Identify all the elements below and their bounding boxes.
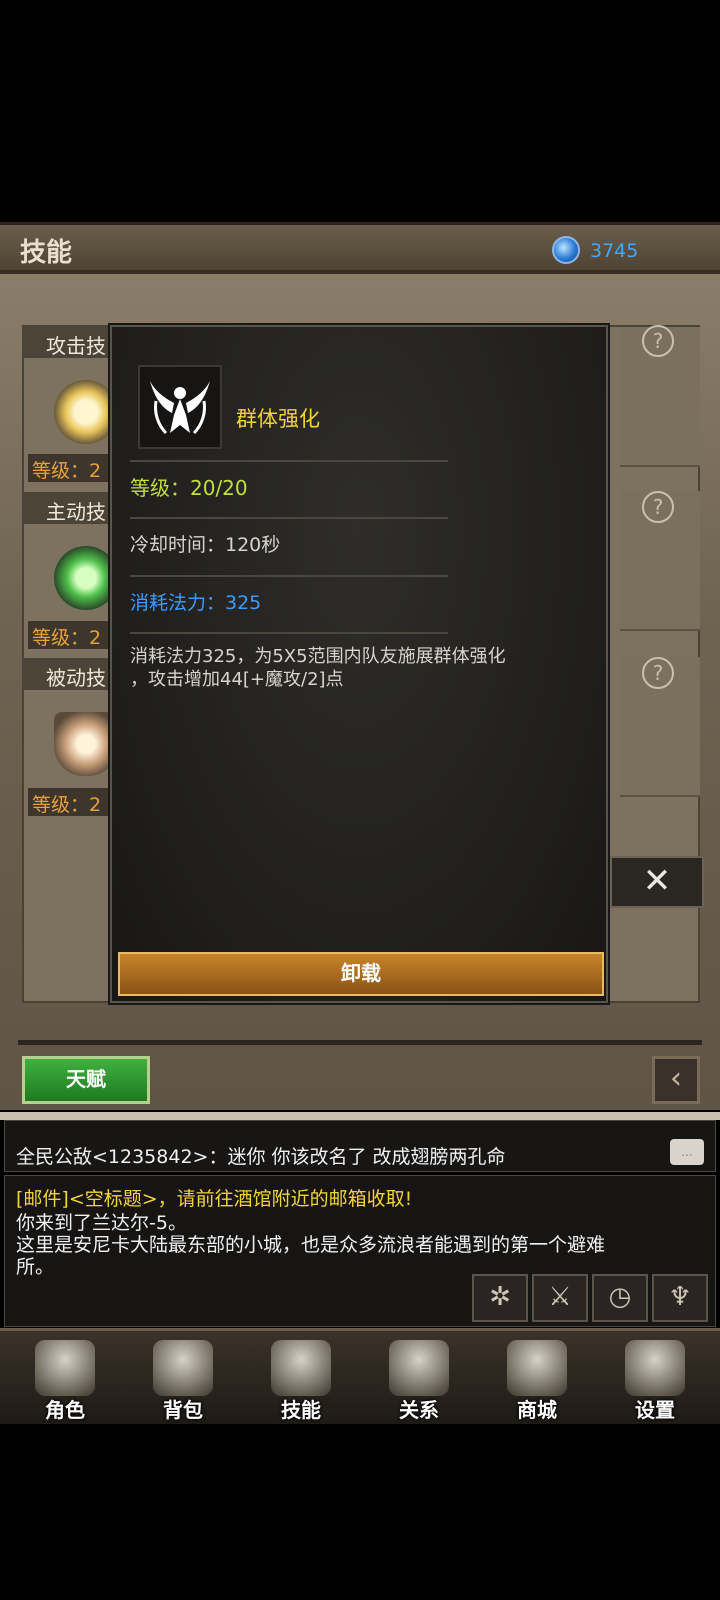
chat-message: 全民公敌<1235842>：迷你 你该改名了 改成翅膀两孔命 bbox=[16, 1146, 506, 1168]
nav-shop[interactable]: 商城 bbox=[482, 1334, 592, 1422]
chat-tab-strip[interactable] bbox=[0, 1112, 720, 1120]
winged-figure-icon bbox=[150, 381, 210, 435]
divider bbox=[130, 575, 448, 577]
nav-backpack[interactable]: 背包 bbox=[128, 1334, 238, 1422]
divider bbox=[130, 460, 448, 462]
crossed-swords-icon[interactable]: ⚔ bbox=[532, 1274, 588, 1322]
divider bbox=[130, 632, 448, 634]
nav-skills[interactable]: 技能 bbox=[246, 1334, 356, 1422]
mail-notice[interactable]: [邮件]<空标题>，请前往酒馆附近的邮箱收取! bbox=[16, 1184, 412, 1211]
skill-description: 消耗法力325，为5X5范围内队友施展群体强化 ，攻击增加44[+魔攻/2]点 bbox=[130, 646, 506, 690]
nav-label: 角色 bbox=[45, 1398, 85, 1422]
chest-icon bbox=[507, 1340, 567, 1396]
trophy-icon[interactable]: ♆ bbox=[652, 1274, 708, 1322]
nav-settings[interactable]: 设置 bbox=[600, 1334, 710, 1422]
skill-icon-frame bbox=[138, 365, 222, 449]
help-icon[interactable]: ? bbox=[642, 657, 674, 689]
nav-label: 设置 bbox=[635, 1398, 675, 1422]
spellbook-icon bbox=[271, 1340, 331, 1396]
help-icon[interactable]: ? bbox=[642, 325, 674, 357]
sun-skill-icon[interactable] bbox=[54, 380, 118, 444]
divider bbox=[18, 1040, 702, 1045]
helmet-icon bbox=[35, 1340, 95, 1396]
back-button[interactable]: ‹ bbox=[652, 1056, 700, 1104]
unload-button[interactable]: 卸载 bbox=[118, 952, 604, 996]
nav-relations[interactable]: 关系 bbox=[364, 1334, 474, 1422]
close-button[interactable]: ✕ bbox=[610, 856, 704, 908]
cooldown-time: 冷却时间：120秒 bbox=[130, 534, 281, 556]
skill-level: 等级：20/20 bbox=[130, 476, 248, 500]
page-title: 技能 bbox=[20, 238, 73, 268]
nav-character[interactable]: 角色 bbox=[10, 1334, 120, 1422]
nav-label: 关系 bbox=[399, 1398, 439, 1422]
talent-button[interactable]: 天赋 bbox=[22, 1056, 150, 1104]
nav-label: 商城 bbox=[517, 1398, 557, 1422]
divider bbox=[130, 517, 448, 519]
compass-icon[interactable]: ✲ bbox=[472, 1274, 528, 1322]
nav-label: 背包 bbox=[163, 1398, 203, 1422]
log-text: 你来到了兰达尔-5。 这里是安尼卡大陆最东部的小城，也是众多流浪者能遇到的第一个… bbox=[16, 1212, 606, 1278]
gear-icon bbox=[625, 1340, 685, 1396]
chat-bubble-icon[interactable]: ... bbox=[670, 1139, 704, 1165]
help-icon[interactable]: ? bbox=[642, 491, 674, 523]
gem-icon bbox=[552, 236, 580, 264]
nav-label: 技能 bbox=[281, 1398, 321, 1422]
shield-skill-icon[interactable] bbox=[54, 712, 118, 776]
backpack-icon bbox=[153, 1340, 213, 1396]
gem-count: 3745 bbox=[590, 240, 639, 262]
mana-cost: 消耗法力：325 bbox=[130, 592, 262, 614]
clock-icon[interactable]: ◷ bbox=[592, 1274, 648, 1322]
skill-name: 群体强化 bbox=[236, 407, 320, 431]
handshake-icon bbox=[389, 1340, 449, 1396]
vortex-skill-icon[interactable] bbox=[54, 546, 118, 610]
